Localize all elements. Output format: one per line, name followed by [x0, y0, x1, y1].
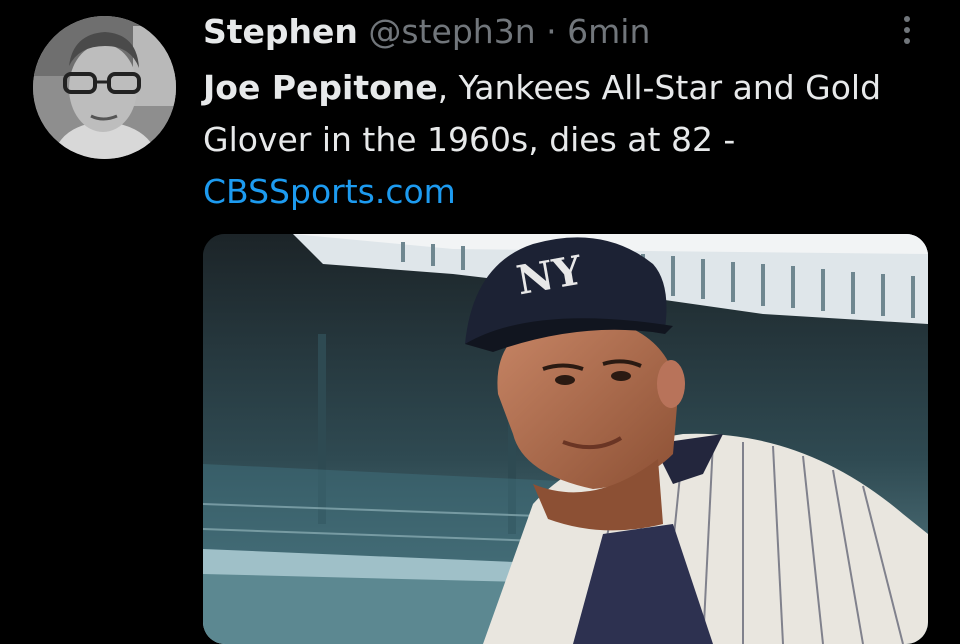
more-dot: [904, 27, 910, 33]
author-avatar[interactable]: [33, 16, 176, 159]
more-dot: [904, 38, 910, 44]
separator: ·: [546, 12, 557, 51]
more-vertical-icon: [904, 16, 910, 22]
timestamp[interactable]: 6min: [567, 12, 650, 51]
tweet-text-bold: Joe Pepitone: [203, 68, 438, 107]
author-name[interactable]: Stephen: [203, 12, 358, 51]
more-options-button[interactable]: [893, 10, 921, 50]
tweet-link[interactable]: CBSSports.com: [203, 172, 456, 211]
tweet-text: Joe Pepitone, Yankees All-Star and Gold …: [203, 62, 893, 218]
author-handle[interactable]: @steph3n: [368, 12, 535, 51]
tweet-header: Stephen @steph3n · 6min: [203, 10, 650, 54]
link-preview-image[interactable]: NY: [203, 234, 928, 644]
